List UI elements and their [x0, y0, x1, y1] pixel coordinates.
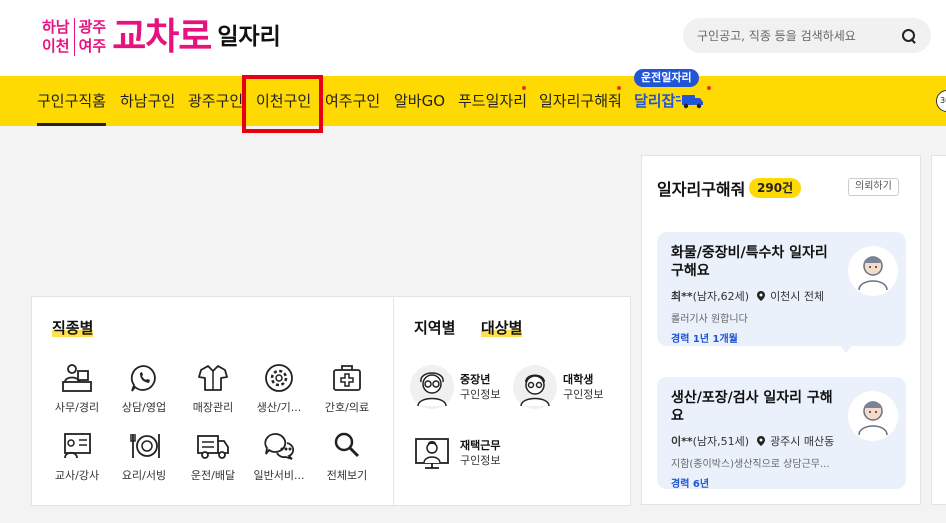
nav-new-dot — [617, 86, 621, 90]
senior-person-icon — [417, 372, 447, 406]
medical-kit-icon — [333, 365, 361, 391]
job-request-panel: 일자리구해줘 290건 의뢰하기 화물/중장비/특수차 일자리 구해요 최**(… — [641, 155, 921, 505]
location-pin-icon — [756, 436, 765, 446]
job-category-title: 직종별 — [52, 319, 94, 337]
target-middle-aged[interactable]: 중장년 구인정보 — [410, 365, 500, 409]
tab-target[interactable]: 대상별 — [481, 317, 523, 338]
phone-chat-icon — [130, 365, 156, 392]
driving-jobs-badge: 운전일자리 — [634, 69, 699, 87]
panel-title: 일자리구해줘 — [657, 180, 746, 199]
avatar — [410, 365, 454, 409]
card-pointer — [838, 343, 854, 353]
category-medical[interactable]: 간호/의료 — [318, 363, 376, 415]
nav-item-food-jobs[interactable]: 푸드일자리 — [458, 76, 527, 126]
avatar — [410, 431, 454, 475]
category-sales[interactable]: 상담/영업 — [115, 363, 173, 415]
student-person-icon — [520, 374, 550, 406]
request-title: 화물/중장비/특수차 일자리 구해요 — [671, 245, 828, 279]
location-pin-icon — [756, 291, 765, 301]
avatar — [848, 391, 898, 441]
person-avatar-icon — [858, 256, 888, 291]
nav-item-gwangju[interactable]: 광주구인 — [188, 76, 243, 126]
nav-item-home[interactable]: 구인구직홈 — [37, 76, 107, 126]
target-remote-work[interactable]: 재택근무 구인정보 — [410, 431, 500, 475]
site-header: 하남 광주 이천 여주 교차로 일자리 — [0, 0, 946, 76]
banner-area — [31, 155, 631, 291]
request-card[interactable]: 화물/중장비/특수차 일자리 구해요 최**(남자,62세) 이천시 전체 롤러… — [657, 232, 906, 346]
category-driving[interactable]: 운전/배달 — [184, 431, 242, 483]
nav-item-yeoju[interactable]: 여주구인 — [325, 76, 380, 126]
tab-region[interactable]: 지역별 — [414, 317, 455, 338]
count-badge: 290건 — [749, 178, 802, 198]
logo-regions: 하남 광주 이천 여주 — [42, 18, 107, 56]
search-icon — [334, 432, 360, 458]
panel-divider — [393, 297, 394, 507]
logo-sub: 일자리 — [217, 24, 281, 50]
category-store[interactable]: 매장관리 — [184, 363, 242, 415]
category-teacher[interactable]: 교사/강사 — [48, 431, 106, 483]
search-box — [683, 18, 931, 53]
person-avatar-icon — [858, 401, 888, 436]
chat-icon — [264, 433, 295, 460]
shirt-icon — [198, 365, 228, 391]
delivery-truck-icon — [676, 95, 703, 109]
request-card[interactable]: 생산/포장/검사 일자리 구해요 이**(남자,51세) 광주시 매산동 지함(… — [657, 377, 906, 490]
category-view-all[interactable]: 전체보기 — [318, 431, 376, 483]
nav-new-dot — [522, 86, 526, 90]
category-cooking[interactable]: 요리/서빙 — [115, 431, 173, 483]
desk-icon — [62, 364, 92, 392]
main-nav: 구인구직홈 하남구인 광주구인 이천구인 여주구인 알바GO 푸드일자리 일자리… — [0, 76, 946, 126]
request-experience: 경력 1년 1개월 — [671, 334, 738, 345]
request-button[interactable]: 의뢰하기 — [848, 178, 899, 196]
target-college-student[interactable]: 대학생 구인정보 — [513, 365, 603, 409]
highlight-annotation-box — [242, 75, 323, 133]
request-desc: 롤러기사 원합니다 — [671, 314, 748, 325]
category-production[interactable]: 생산/기... — [250, 363, 308, 415]
site-logo[interactable]: 하남 광주 이천 여주 교차로 일자리 — [40, 14, 281, 60]
dish-icon — [130, 434, 160, 458]
avatar — [848, 246, 898, 296]
category-panel: 직종별 사무/경리 상담/영업 매장관리 생산/기... 간호/의료 교사/강사… — [31, 296, 631, 507]
blackboard-icon — [64, 433, 91, 459]
monitor-person-icon — [415, 438, 449, 469]
avatar — [513, 365, 557, 409]
truck-icon — [197, 435, 229, 459]
search-icon[interactable] — [901, 28, 917, 44]
nav-new-dot — [707, 86, 711, 90]
nav-item-hanam[interactable]: 하남구인 — [120, 76, 175, 126]
category-service[interactable]: 일반서비... — [250, 431, 308, 483]
request-title: 생산/포장/검사 일자리 구해요 — [671, 390, 833, 424]
request-desc: 지함(종이박스)생산직으로 상담근무... — [671, 459, 830, 470]
nav-item-albago[interactable]: 알바GO — [394, 76, 445, 126]
next-panel-edge — [931, 155, 946, 505]
gear-icon — [265, 364, 293, 392]
request-experience: 경력 6년 — [671, 479, 710, 490]
logo-brand: 교차로 — [112, 15, 212, 58]
search-input[interactable] — [697, 28, 901, 43]
nav-item-job-request[interactable]: 일자리구해줘 — [539, 76, 622, 126]
category-office[interactable]: 사무/경리 — [48, 363, 106, 415]
